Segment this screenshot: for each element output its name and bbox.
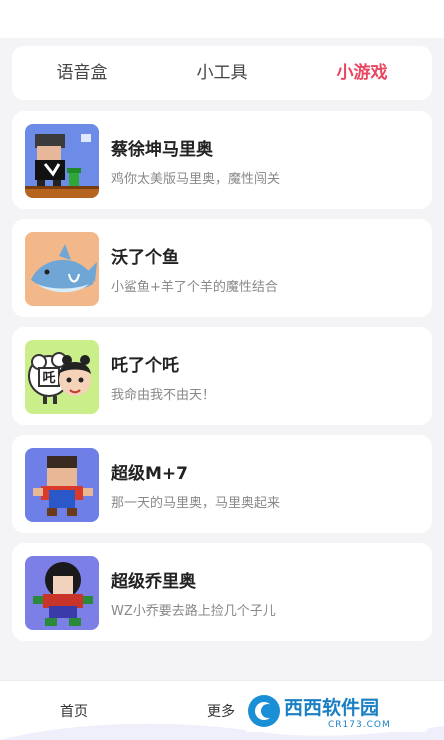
game-card-shark[interactable]: 沃了个鱼 小鲨鱼+羊了个羊的魔性结合 [12, 219, 432, 317]
game-description: WZ小乔要去路上捡几个子儿 [111, 604, 276, 619]
game-description: 我命由我不由天！ [111, 388, 216, 403]
watermark-site: CR173.COM [328, 720, 391, 730]
game-title: 蔡徐坤马里奥 [111, 140, 213, 160]
game-title: 吒了个吒 [111, 356, 179, 376]
game-title: 沃了个鱼 [111, 248, 179, 268]
game-card-super-m7[interactable]: 超级M+7 那一天的马里奥，马里奥起来 [12, 435, 432, 533]
svg-text:吒: 吒 [42, 370, 55, 386]
category-tabs: 语音盒 小工具 小游戏 [12, 46, 432, 100]
game-thumbnail [25, 556, 99, 630]
game-card-nezha[interactable]: 吒 吒了个吒 我命由我不由天！ [12, 327, 432, 425]
game-description: 那一天的马里奥，马里奥起来 [111, 496, 281, 511]
watermark-brand: 西西软件园 [284, 696, 379, 719]
nav-home[interactable]: 首页 [60, 701, 88, 721]
game-title: 超级乔里奥 [111, 572, 196, 592]
status-bar [0, 0, 444, 38]
game-description: 鸡你太美版马里奥，魔性闯关 [111, 172, 281, 187]
tab-mini-games[interactable]: 小游戏 [302, 46, 422, 100]
game-thumbnail [25, 124, 99, 198]
game-thumbnail [25, 448, 99, 522]
nav-more[interactable]: 更多 [207, 701, 235, 721]
game-description: 小鲨鱼+羊了个羊的魔性结合 [111, 280, 278, 295]
game-card-cxk-mario[interactable]: 蔡徐坤马里奥 鸡你太美版马里奥，魔性闯关 [12, 111, 432, 209]
watermark-logo: 西西软件园 CR173.COM [244, 690, 428, 732]
game-thumbnail [25, 232, 99, 306]
tab-tools[interactable]: 小工具 [162, 46, 282, 100]
game-thumbnail: 吒 [25, 340, 99, 414]
tab-voice-box[interactable]: 语音盒 [22, 46, 142, 100]
game-title: 超级M+7 [111, 464, 188, 484]
game-card-super-qiao[interactable]: 超级乔里奥 WZ小乔要去路上捡几个子儿 [12, 543, 432, 641]
